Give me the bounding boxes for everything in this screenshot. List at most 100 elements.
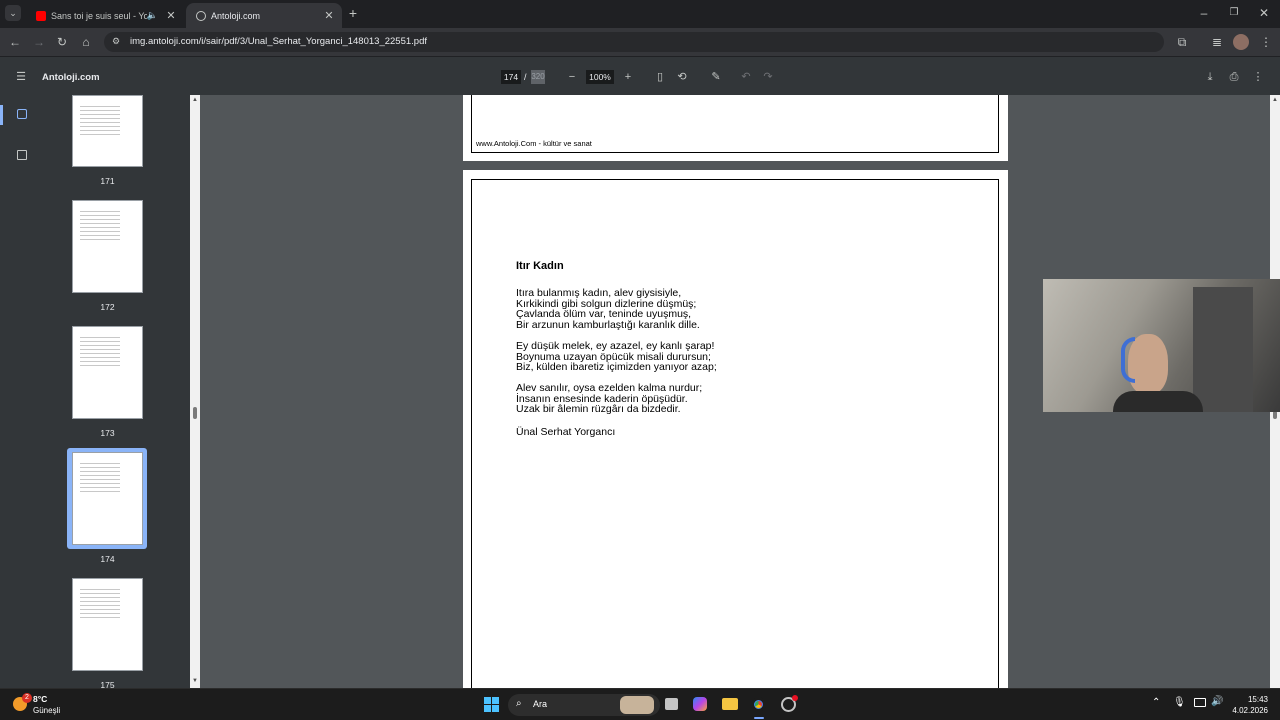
thumbnail-label: 172 bbox=[100, 302, 115, 312]
windows-start-icon[interactable] bbox=[484, 697, 499, 712]
tab-antoloji[interactable]: Antoloji.com ✕ bbox=[186, 3, 342, 28]
thumbnail-scrollbar[interactable]: ▲ ▼ bbox=[190, 95, 200, 688]
home-icon[interactable]: ⌂ bbox=[78, 34, 94, 50]
thumbnail-label: 171 bbox=[100, 176, 115, 186]
chrome-active-indicator bbox=[754, 717, 764, 719]
tab-youtube[interactable]: Sans toi je suis seul - YouTu 🔈 ✕ bbox=[26, 3, 184, 28]
site-info-icon[interactable]: ⚙ bbox=[112, 36, 120, 47]
speaker-icon[interactable]: 🔈 bbox=[147, 10, 158, 21]
media-control-icon[interactable]: ≣ bbox=[1209, 34, 1225, 50]
taskbar: 2 8°C Güneşli ⌕ Ara ⌃ 🎙 🔊 15:43 4.02.202… bbox=[0, 688, 1280, 720]
tab-search-chevron-icon[interactable]: ⌄ bbox=[5, 5, 21, 21]
poem-line: Ey düşük melek, ey azazel, ey kanlı şara… bbox=[516, 340, 715, 352]
scroll-up-arrow-icon[interactable]: ▲ bbox=[192, 97, 198, 103]
tray-chevron-up-icon[interactable]: ⌃ bbox=[1152, 697, 1160, 708]
outline-view-icon[interactable] bbox=[17, 150, 27, 160]
menu-kebab-icon[interactable]: ⋮ bbox=[1258, 34, 1274, 50]
weather-condition[interactable]: Güneşli bbox=[33, 706, 60, 715]
clock-date: 4.02.2026 bbox=[1232, 706, 1268, 715]
address-bar[interactable]: ⚙ img.antoloji.com/i/sair/pdf/3/Unal_Ser… bbox=[104, 32, 1164, 52]
pdf-page-173: www.Antoloji.Com - kültür ve sanat bbox=[463, 95, 1008, 161]
task-view-icon[interactable] bbox=[665, 698, 678, 710]
weather-temperature[interactable]: 8°C bbox=[33, 694, 47, 704]
url-text[interactable]: img.antoloji.com/i/sair/pdf/3/Unal_Serha… bbox=[130, 36, 427, 47]
back-icon[interactable]: ← bbox=[7, 34, 23, 50]
stanza-1: Itıra bulanmış kadın, alev giysisiyle, K… bbox=[516, 288, 700, 330]
recording-badge bbox=[792, 695, 798, 701]
redo-icon[interactable]: ↷ bbox=[760, 70, 776, 84]
window-close-icon[interactable]: ✕ bbox=[1256, 5, 1272, 21]
rotate-icon[interactable]: ⟲ bbox=[674, 70, 690, 84]
clock-time: 15:43 bbox=[1247, 695, 1268, 704]
page-footer: www.Antoloji.Com - kültür ve sanat bbox=[476, 139, 592, 148]
pdf-toolbar: ☰ Antoloji.com 174 / 320 − 100% + ▯ ⟲ ✎ … bbox=[0, 57, 1280, 95]
thumbnail-view-icon[interactable] bbox=[17, 109, 27, 119]
poem-author: Ünal Serhat Yorgancı bbox=[516, 426, 616, 438]
undo-icon[interactable]: ↶ bbox=[738, 70, 754, 84]
forward-icon[interactable]: → bbox=[31, 34, 47, 50]
poem-line: Çavlanda ölüm var, teninde uyuşmuş, bbox=[516, 308, 692, 320]
headphones-icon bbox=[1121, 337, 1135, 383]
search-placeholder: Ara bbox=[533, 699, 548, 709]
weather-badge: 2 bbox=[22, 693, 32, 703]
zoom-out-icon[interactable]: − bbox=[564, 70, 580, 84]
search-icon: ⌕ bbox=[516, 698, 522, 709]
file-explorer-icon[interactable] bbox=[722, 698, 738, 710]
profile-avatar-icon[interactable] bbox=[1233, 34, 1249, 50]
webcam-overlay bbox=[1043, 279, 1280, 412]
tab-title: Sans toi je suis seul - YouTu bbox=[51, 10, 147, 21]
thumbnail-page-selected[interactable] bbox=[72, 452, 143, 545]
annotate-pen-icon[interactable]: ✎ bbox=[708, 70, 724, 84]
more-options-icon[interactable]: ⋮ bbox=[1250, 70, 1266, 84]
thumbnail-page[interactable] bbox=[72, 326, 143, 419]
taskbar-clock[interactable]: 15:43 4.02.2026 bbox=[1220, 694, 1268, 716]
download-icon[interactable]: ⤓ bbox=[1202, 70, 1218, 84]
poem-line: Uzak bir âlemin rüzgârı da bizdedir. bbox=[516, 403, 681, 415]
scroll-down-arrow-icon[interactable]: ▼ bbox=[192, 678, 198, 684]
minimize-icon[interactable]: – bbox=[1196, 5, 1212, 21]
close-tab-icon[interactable]: ✕ bbox=[322, 9, 336, 22]
microphone-icon[interactable]: 🎙 bbox=[1173, 697, 1186, 708]
tab-strip: ⌄ Sans toi je suis seul - YouTu 🔈 ✕ Anto… bbox=[0, 0, 1280, 28]
hamburger-menu-icon[interactable]: ☰ bbox=[13, 70, 29, 84]
stanza-2: Ey düşük melek, ey azazel, ey kanlı şara… bbox=[516, 341, 717, 373]
scrollbar-thumb[interactable] bbox=[1273, 411, 1277, 419]
youtube-icon bbox=[36, 10, 46, 21]
tab-title: Antoloji.com bbox=[211, 10, 261, 21]
stanza-3: Alev sanılır, oysa ezelden kalma nurdur;… bbox=[516, 383, 702, 415]
poem-line: Bir arzunun kamburlaştığı karanlık dille… bbox=[516, 318, 700, 331]
scroll-up-arrow-icon[interactable]: ▲ bbox=[1272, 97, 1278, 103]
sidebar-rail bbox=[0, 95, 44, 688]
new-tab-icon[interactable]: + bbox=[345, 5, 361, 21]
thumbnail-view-indicator bbox=[0, 105, 3, 125]
webcam-door bbox=[1193, 287, 1253, 412]
extensions-icon[interactable]: ⧉ bbox=[1174, 34, 1190, 50]
taskbar-search[interactable]: ⌕ Ara bbox=[508, 694, 660, 716]
webcam-shirt bbox=[1113, 391, 1203, 412]
page-number-input[interactable]: 174 bbox=[501, 70, 521, 84]
pdf-title: Antoloji.com bbox=[42, 72, 100, 83]
zoom-input[interactable]: 100% bbox=[586, 70, 614, 84]
scrollbar-thumb[interactable] bbox=[193, 407, 197, 419]
close-tab-icon[interactable]: ✕ bbox=[164, 9, 178, 22]
poem-line: Biz, külden ibaretiz içimizden yanıyor a… bbox=[516, 361, 717, 373]
thumbnail-page[interactable] bbox=[72, 200, 143, 293]
thumbnail-page[interactable] bbox=[72, 578, 143, 671]
page-separator: / bbox=[524, 72, 527, 82]
total-pages: 320 bbox=[531, 70, 545, 84]
copilot-icon[interactable] bbox=[693, 697, 707, 711]
thumbnail-label: 173 bbox=[100, 428, 115, 438]
reload-icon[interactable]: ↻ bbox=[54, 34, 70, 50]
display-icon[interactable] bbox=[1194, 698, 1206, 707]
chrome-icon[interactable] bbox=[751, 697, 766, 712]
restore-icon[interactable]: ❐ bbox=[1226, 5, 1242, 21]
print-icon[interactable]: ⎙ bbox=[1226, 70, 1242, 84]
thumbnail-label: 174 bbox=[100, 554, 115, 564]
fit-page-icon[interactable]: ▯ bbox=[652, 70, 668, 84]
thumbnail-page[interactable] bbox=[72, 95, 143, 167]
poem-line: Alev sanılır, oysa ezelden kalma nurdur; bbox=[516, 382, 703, 394]
globe-icon bbox=[196, 10, 206, 21]
search-highlight-image bbox=[620, 696, 654, 714]
pdf-page-174: Itır Kadın Itıra bulanmış kadın, alev gi… bbox=[463, 170, 1008, 688]
zoom-in-icon[interactable]: + bbox=[620, 70, 636, 84]
